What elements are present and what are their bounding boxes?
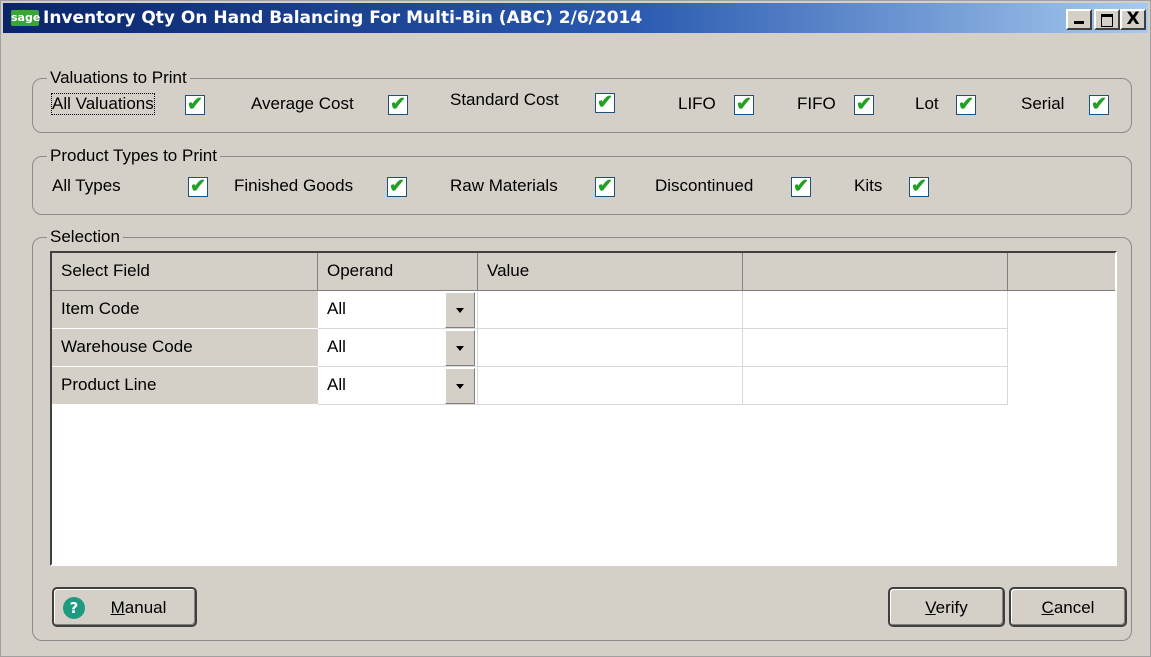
- chevron-down-icon: [456, 308, 464, 313]
- option-serial-label: Serial: [1021, 94, 1065, 113]
- checkmark-icon: ✔: [958, 94, 974, 115]
- checkmark-icon: ✔: [389, 176, 405, 197]
- cancel-label-rest: ancel: [1053, 598, 1095, 617]
- row-value-cell[interactable]: [478, 291, 743, 329]
- sage-logo-icon: sage: [11, 10, 41, 26]
- checkmark-icon: ✔: [793, 176, 809, 197]
- option-discontinued-label: Discontinued: [655, 176, 754, 195]
- maximize-button[interactable]: [1094, 9, 1120, 30]
- average-cost-checkbox[interactable]: ✔: [388, 94, 408, 115]
- close-icon: X: [1126, 9, 1140, 29]
- column-header-extra[interactable]: [743, 253, 1008, 291]
- row-value-cell[interactable]: [478, 367, 743, 405]
- cancel-button-label: Cancel: [1011, 598, 1125, 618]
- selection-grid[interactable]: Select Field Operand Value Item Code All…: [50, 251, 1117, 566]
- option-lifo-label: LIFO: [678, 94, 716, 113]
- row-select-field: Warehouse Code: [52, 329, 318, 367]
- maximize-icon: [1101, 14, 1113, 27]
- title-bar[interactable]: sage Inventory Qty On Hand Balancing For…: [3, 3, 1148, 33]
- manual-label-rest: anual: [124, 598, 167, 617]
- lifo-checkbox[interactable]: ✔: [734, 94, 754, 115]
- verify-hotkey: V: [925, 598, 936, 617]
- manual-hotkey: M: [110, 598, 125, 617]
- checkmark-icon: ✔: [597, 176, 613, 197]
- option-fifo-label: FIFO: [797, 94, 836, 113]
- checkmark-icon: ✔: [190, 176, 206, 197]
- option-standard-cost-label: Standard Cost: [450, 90, 559, 109]
- option-raw-materials-label: Raw Materials: [450, 176, 558, 195]
- manual-button-label: Manual: [68, 598, 209, 618]
- lot-checkbox[interactable]: ✔: [956, 94, 976, 115]
- checkmark-icon: ✔: [390, 94, 406, 115]
- row-value-cell[interactable]: [478, 329, 743, 367]
- checkmark-icon: ✔: [736, 94, 752, 115]
- valuations-legend: Valuations to Print: [47, 68, 190, 88]
- product-types-legend: Product Types to Print: [47, 146, 220, 166]
- option-average-cost-label: Average Cost: [251, 94, 354, 113]
- operand-dropdown-button[interactable]: [445, 292, 475, 328]
- column-header-filler: [1008, 253, 1115, 291]
- window-title: Inventory Qty On Hand Balancing For Mult…: [43, 8, 643, 28]
- finished-goods-checkbox[interactable]: ✔: [387, 176, 407, 197]
- row-select-field: Product Line: [52, 367, 318, 405]
- option-kits-label: Kits: [854, 176, 883, 195]
- verify-button-label: Verify: [890, 598, 1003, 618]
- column-header-value[interactable]: Value: [478, 253, 743, 291]
- checkmark-icon: ✔: [187, 94, 203, 115]
- operand-dropdown-button[interactable]: [445, 330, 475, 366]
- selection-legend: Selection: [47, 227, 123, 247]
- column-header-select-field[interactable]: Select Field: [52, 253, 318, 291]
- cancel-hotkey: C: [1041, 598, 1054, 617]
- manual-button[interactable]: ? Manual: [52, 587, 197, 627]
- raw-materials-checkbox[interactable]: ✔: [595, 176, 615, 197]
- column-header-operand[interactable]: Operand: [318, 253, 478, 291]
- discontinued-checkbox[interactable]: ✔: [791, 176, 811, 197]
- kits-checkbox[interactable]: ✔: [909, 176, 929, 197]
- operand-dropdown-button[interactable]: [445, 368, 475, 404]
- cancel-button[interactable]: Cancel: [1009, 587, 1127, 627]
- chevron-down-icon: [456, 346, 464, 351]
- minimize-button[interactable]: [1066, 9, 1092, 30]
- row-select-field: Item Code: [52, 291, 318, 329]
- all-types-checkbox[interactable]: ✔: [188, 176, 208, 197]
- minimize-icon: [1074, 21, 1084, 24]
- close-button[interactable]: X: [1120, 9, 1146, 30]
- checkmark-icon: ✔: [856, 94, 872, 115]
- option-all-types-label: All Types: [52, 176, 121, 195]
- row-extra-cell[interactable]: [743, 367, 1008, 405]
- checkmark-icon: ✔: [597, 92, 613, 113]
- row-extra-cell[interactable]: [743, 291, 1008, 329]
- verify-button[interactable]: Verify: [888, 587, 1005, 627]
- option-finished-goods-label: Finished Goods: [234, 176, 354, 195]
- checkmark-icon: ✔: [911, 176, 927, 197]
- checkmark-icon: ✔: [1091, 94, 1107, 115]
- serial-checkbox[interactable]: ✔: [1089, 94, 1109, 115]
- standard-cost-checkbox[interactable]: ✔: [595, 92, 615, 113]
- option-all-valuations-label: All Valuations: [51, 93, 155, 115]
- verify-label-rest: erify: [935, 598, 968, 617]
- fifo-checkbox[interactable]: ✔: [854, 94, 874, 115]
- dialog-window: sage Inventory Qty On Hand Balancing For…: [0, 0, 1151, 657]
- row-extra-cell[interactable]: [743, 329, 1008, 367]
- chevron-down-icon: [456, 384, 464, 389]
- option-lot-label: Lot: [915, 94, 939, 113]
- all-valuations-checkbox[interactable]: ✔: [185, 94, 205, 115]
